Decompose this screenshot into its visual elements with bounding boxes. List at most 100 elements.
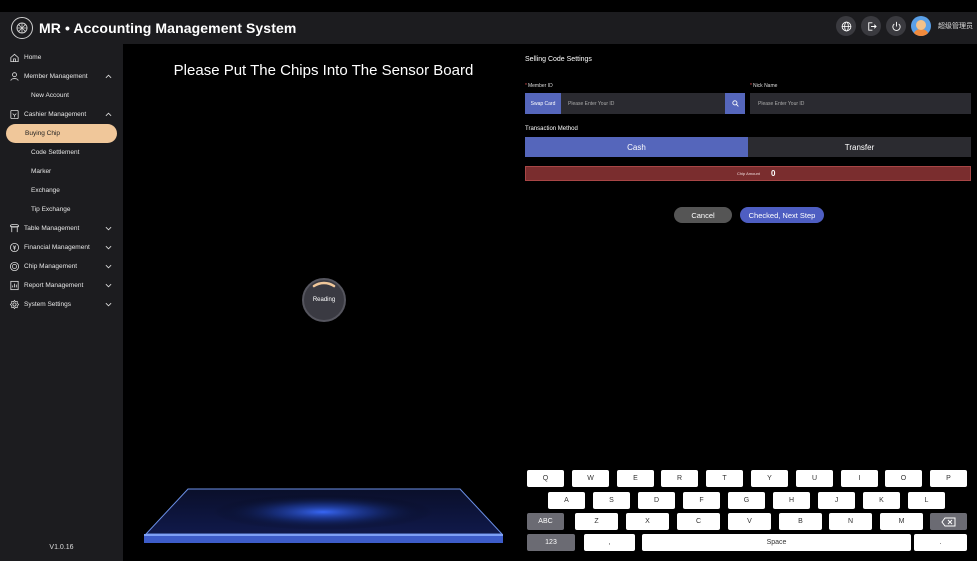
sidebar-item-buying-chip[interactable]: Buying Chip: [6, 124, 117, 143]
key-b[interactable]: B: [779, 513, 822, 530]
sidebar-item-marker[interactable]: Marker: [0, 162, 123, 181]
settings-icon: [9, 299, 20, 310]
key-z[interactable]: Z: [575, 513, 618, 530]
globe-icon[interactable]: [836, 16, 856, 36]
cancel-button[interactable]: Cancel: [674, 207, 732, 223]
sidebar-item-label: Member Management: [24, 73, 88, 80]
key-w[interactable]: W: [572, 470, 609, 487]
sidebar-item-label: Marker: [31, 168, 52, 175]
key-t[interactable]: T: [706, 470, 743, 487]
sidebar-item-exchange[interactable]: Exchange: [0, 181, 123, 200]
sidebar-item-chip-management[interactable]: Chip Management: [0, 257, 123, 276]
cashier-icon: [10, 109, 19, 120]
chevron-up-icon: [105, 74, 112, 79]
sidebar: Home Member Management New Account Cashi…: [0, 44, 123, 561]
key-l[interactable]: L: [908, 492, 945, 509]
sidebar-item-label: Home: [24, 54, 42, 61]
sidebar-item-label: New Account: [31, 92, 69, 99]
sidebar-item-label: Cashier Management: [24, 111, 87, 118]
key-123-mode[interactable]: 123: [527, 534, 575, 551]
key-j[interactable]: J: [818, 492, 855, 509]
sidebar-item-report-management[interactable]: Report Management: [0, 276, 123, 295]
chevron-down-icon: [105, 264, 112, 269]
logo-icon: [11, 17, 33, 39]
nick-name-label: *Nick Name: [750, 83, 778, 89]
key-o[interactable]: O: [885, 470, 922, 487]
sidebar-item-label: Buying Chip: [25, 130, 61, 137]
chevron-up-icon: [105, 112, 112, 117]
member-id-input[interactable]: [561, 93, 725, 114]
report-icon: [10, 280, 19, 291]
key-r[interactable]: R: [661, 470, 698, 487]
key-space[interactable]: Space: [642, 534, 911, 551]
power-icon[interactable]: [886, 16, 906, 36]
sidebar-item-home[interactable]: Home: [0, 48, 123, 67]
key-e[interactable]: E: [617, 470, 654, 487]
key-c[interactable]: C: [677, 513, 720, 530]
key-n[interactable]: N: [829, 513, 872, 530]
sidebar-item-label: Financial Management: [24, 244, 90, 251]
sidebar-item-table-management[interactable]: Table Management: [0, 219, 123, 238]
sidebar-item-new-account[interactable]: New Account: [0, 86, 123, 105]
sidebar-item-financial-management[interactable]: Financial Management: [0, 238, 123, 257]
tab-cash[interactable]: Cash: [525, 137, 748, 157]
table-icon: [9, 223, 20, 233]
backspace-icon: [941, 517, 956, 526]
key-a[interactable]: A: [548, 492, 585, 509]
version-label: V1.0.16: [49, 544, 74, 551]
reader-instruction: Please Put The Chips Into The Sensor Boa…: [173, 62, 474, 79]
reading-status: Reading: [312, 297, 336, 303]
transaction-method-label: Transaction Method: [525, 126, 578, 132]
logout-icon[interactable]: [861, 16, 881, 36]
sidebar-item-cashier-management[interactable]: Cashier Management: [0, 105, 123, 124]
home-icon: [10, 53, 19, 63]
nick-name-input[interactable]: [750, 93, 971, 114]
key-y[interactable]: Y: [751, 470, 788, 487]
sidebar-item-label: Code Settlement: [31, 149, 80, 156]
search-icon: [731, 100, 739, 107]
avatar[interactable]: [911, 16, 931, 36]
chip-reader-panel: Please Put The Chips Into The Sensor Boa…: [130, 46, 517, 551]
sensor-board: [144, 488, 504, 543]
member-id-label: *Member ID: [525, 83, 553, 89]
key-v[interactable]: V: [728, 513, 771, 530]
selling-code-panel: Selling Code Settings *Member ID Swap Ca…: [521, 46, 977, 561]
chevron-down-icon: [105, 302, 112, 307]
sidebar-item-label: Chip Management: [24, 263, 78, 270]
sidebar-item-label: System Settings: [24, 301, 71, 308]
sidebar-item-tip-exchange[interactable]: Tip Exchange: [0, 200, 123, 219]
app-title: MR • Accounting Management System: [39, 20, 297, 36]
tab-transfer[interactable]: Transfer: [748, 137, 971, 157]
key-period[interactable]: .: [914, 534, 967, 551]
key-d[interactable]: D: [638, 492, 675, 509]
member-icon: [10, 72, 19, 81]
reading-indicator: Reading: [302, 278, 346, 322]
sidebar-item-system-settings[interactable]: System Settings: [0, 295, 123, 314]
sidebar-item-label: Tip Exchange: [31, 206, 71, 213]
chip-amount-bar: Chip Amount 0: [525, 166, 971, 181]
key-m[interactable]: M: [880, 513, 923, 530]
sidebar-item-code-settlement[interactable]: Code Settlement: [0, 143, 123, 162]
search-button[interactable]: [725, 93, 745, 114]
key-x[interactable]: X: [626, 513, 669, 530]
key-q[interactable]: Q: [527, 470, 564, 487]
chevron-down-icon: [105, 226, 112, 231]
key-u[interactable]: U: [796, 470, 833, 487]
key-g[interactable]: G: [728, 492, 765, 509]
key-k[interactable]: K: [863, 492, 900, 509]
key-f[interactable]: F: [683, 492, 720, 509]
next-step-button[interactable]: Checked, Next Step: [740, 207, 824, 223]
key-abc-mode[interactable]: ABC: [527, 513, 564, 530]
key-p[interactable]: P: [930, 470, 967, 487]
swap-card-button[interactable]: Swap Card: [525, 93, 561, 114]
chevron-down-icon: [105, 245, 112, 250]
key-i[interactable]: I: [841, 470, 878, 487]
user-name[interactable]: 超级管理员: [938, 21, 973, 31]
key-h[interactable]: H: [773, 492, 810, 509]
backspace-key[interactable]: [930, 513, 967, 530]
chip-amount-label: Chip Amount: [737, 171, 760, 176]
sidebar-item-label: Report Management: [24, 282, 84, 289]
key-s[interactable]: S: [593, 492, 630, 509]
key-comma[interactable]: ,: [584, 534, 635, 551]
sidebar-item-member-management[interactable]: Member Management: [0, 67, 123, 86]
